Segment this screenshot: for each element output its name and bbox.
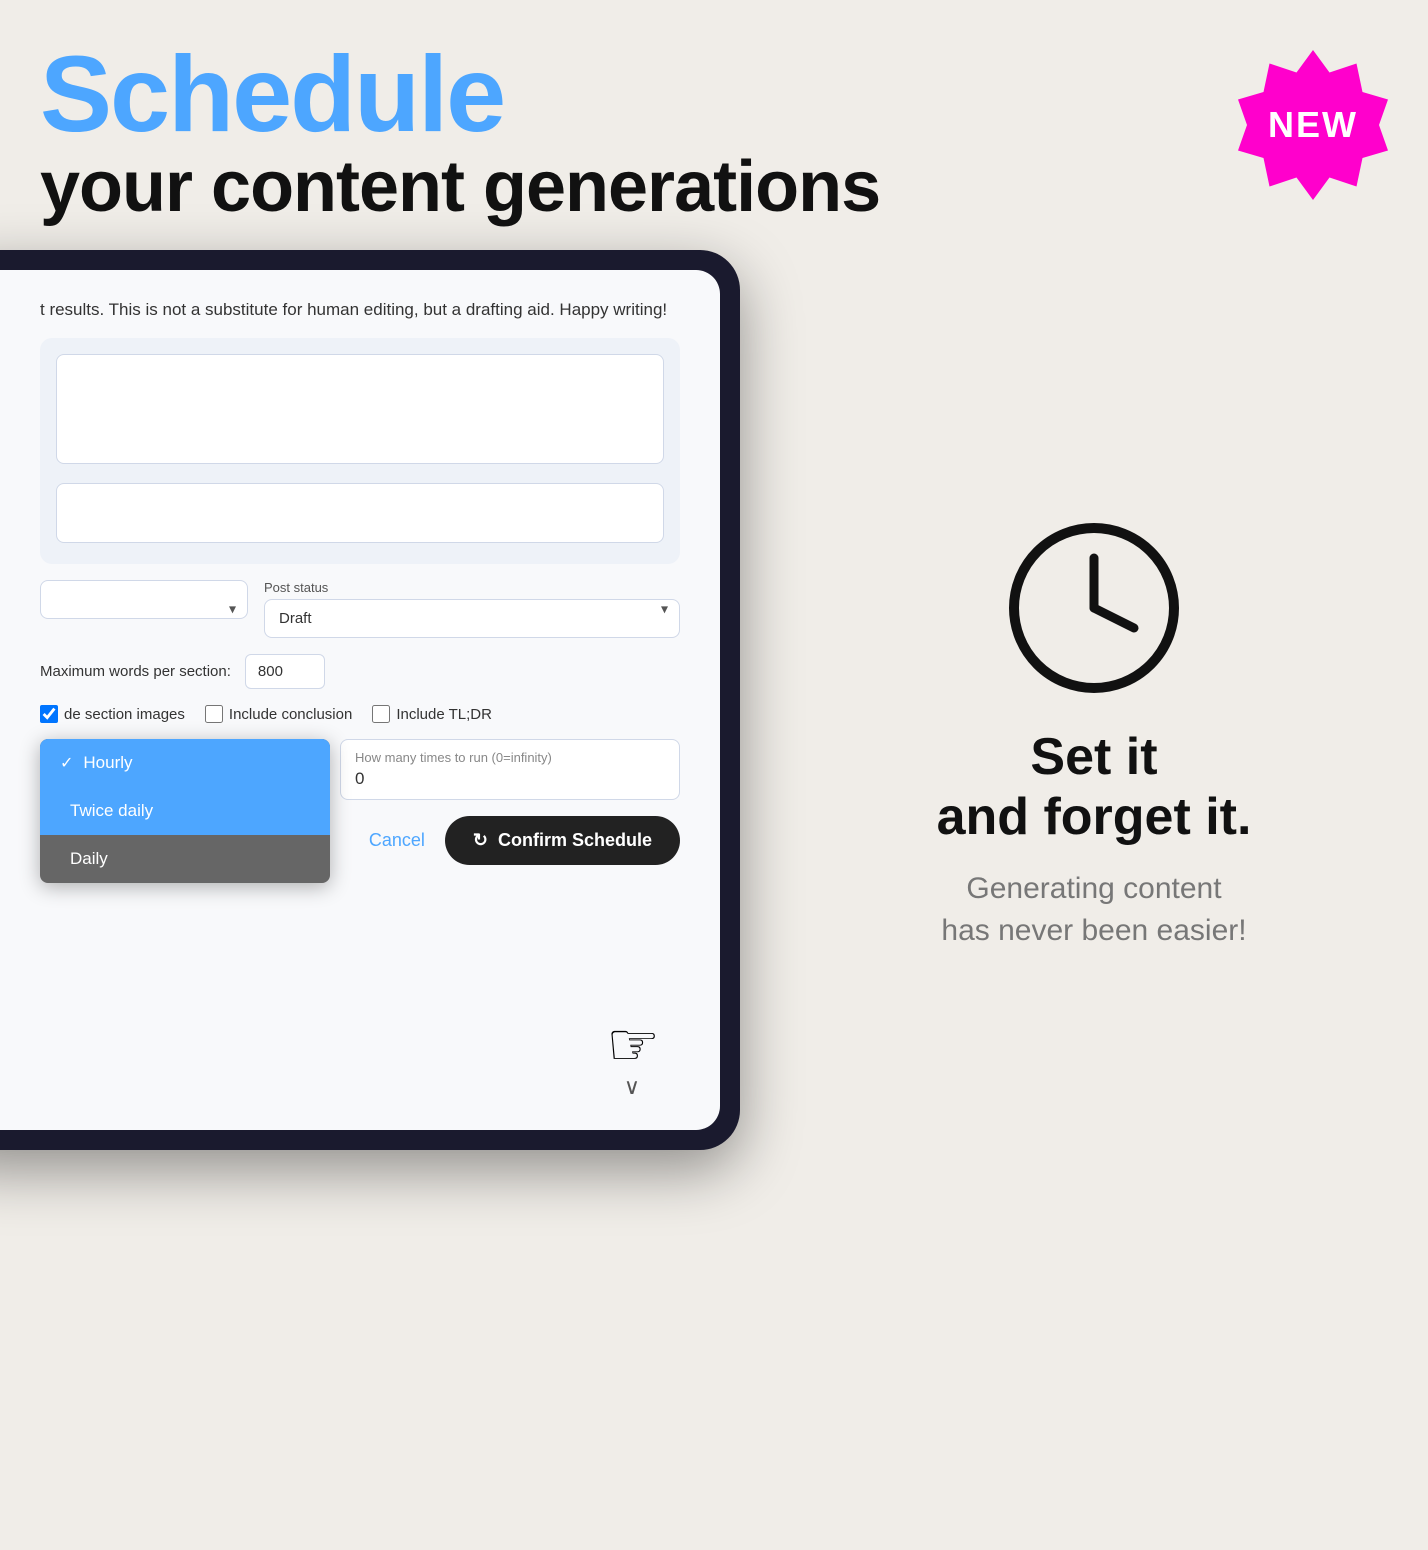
cancel-button[interactable]: Cancel <box>369 830 425 851</box>
select-row: ▾ Post status Draft ▾ <box>40 580 680 638</box>
right-panel: Set it and forget it. Generating content… <box>760 0 1428 1550</box>
post-status-select[interactable]: Draft <box>264 599 680 638</box>
cursor-hand: ☞ <box>606 1010 660 1080</box>
include-tldr-checkbox-item: Include TL;DR <box>372 705 492 723</box>
dropdown-daily-label: Daily <box>70 849 108 869</box>
category-select[interactable] <box>40 580 248 619</box>
max-words-row: Maximum words per section: <box>40 654 680 689</box>
set-it-line1: Set it <box>1030 728 1157 786</box>
check-icon: ✓ <box>60 753 73 773</box>
frequency-dropdown[interactable]: ✓ Hourly Twice daily Daily <box>40 739 330 883</box>
post-status-select-wrapper: Post status Draft ▾ <box>264 580 680 638</box>
include-conclusion-checkbox-item: Include conclusion <box>205 705 352 723</box>
tablet-mockup: t results. This is not a substitute for … <box>0 250 740 1150</box>
right-subtext: Generating content has never been easier… <box>941 868 1246 952</box>
form-section <box>40 338 680 564</box>
max-words-input[interactable] <box>245 654 325 689</box>
header-area: Schedule your content generations <box>40 40 880 227</box>
post-status-label: Post status <box>264 580 680 595</box>
dropdown-twice-daily-label: Twice daily <box>70 801 153 821</box>
max-words-label: Maximum words per section: <box>40 663 231 680</box>
confirm-schedule-label: Confirm Schedule <box>498 830 652 851</box>
tablet-screen: t results. This is not a substitute for … <box>0 270 720 1130</box>
section-images-checkbox-item: de section images <box>40 705 185 723</box>
screen-content: t results. This is not a substitute for … <box>0 270 720 1130</box>
right-heading: Set it and forget it. <box>937 728 1252 848</box>
set-it-line2: and forget it. <box>937 788 1252 846</box>
include-conclusion-checkbox[interactable] <box>205 705 223 723</box>
times-input-value: 0 <box>355 769 665 789</box>
subtext-line1: Generating content <box>966 872 1221 905</box>
sub-textarea[interactable] <box>56 483 664 543</box>
section-images-checkbox[interactable] <box>40 705 58 723</box>
main-textarea[interactable] <box>56 354 664 464</box>
confirm-schedule-button[interactable]: ↻ Confirm Schedule <box>445 816 680 865</box>
times-input-wrapper: How many times to run (0=infinity) 0 <box>340 739 680 800</box>
dropdown-item-twice-daily[interactable]: Twice daily <box>40 787 330 835</box>
section-images-label: de section images <box>64 706 185 723</box>
clock-icon <box>1004 518 1184 698</box>
page-title-subtitle: your content generations <box>40 148 880 227</box>
page-title-schedule: Schedule <box>40 40 880 148</box>
checkboxes-row: de section images Include conclusion Inc… <box>40 705 680 723</box>
disclaimer-text: t results. This is not a substitute for … <box>40 300 680 320</box>
include-tldr-label: Include TL;DR <box>396 706 492 723</box>
dropdown-item-daily[interactable]: Daily <box>40 835 330 883</box>
include-conclusion-label: Include conclusion <box>229 706 352 723</box>
refresh-icon: ↻ <box>473 830 488 851</box>
include-tldr-checkbox[interactable] <box>372 705 390 723</box>
schedule-row: ✓ Hourly Twice daily Daily How m <box>40 739 680 800</box>
dropdown-hourly-label: Hourly <box>83 753 132 773</box>
category-select-wrapper: ▾ <box>40 580 248 638</box>
subtext-line2: has never been easier! <box>941 914 1246 947</box>
times-section: How many times to run (0=infinity) 0 <box>340 739 680 800</box>
times-input-label: How many times to run (0=infinity) <box>355 750 665 765</box>
new-badge-text: NEW <box>1268 104 1358 146</box>
dropdown-item-hourly[interactable]: ✓ Hourly <box>40 739 330 787</box>
